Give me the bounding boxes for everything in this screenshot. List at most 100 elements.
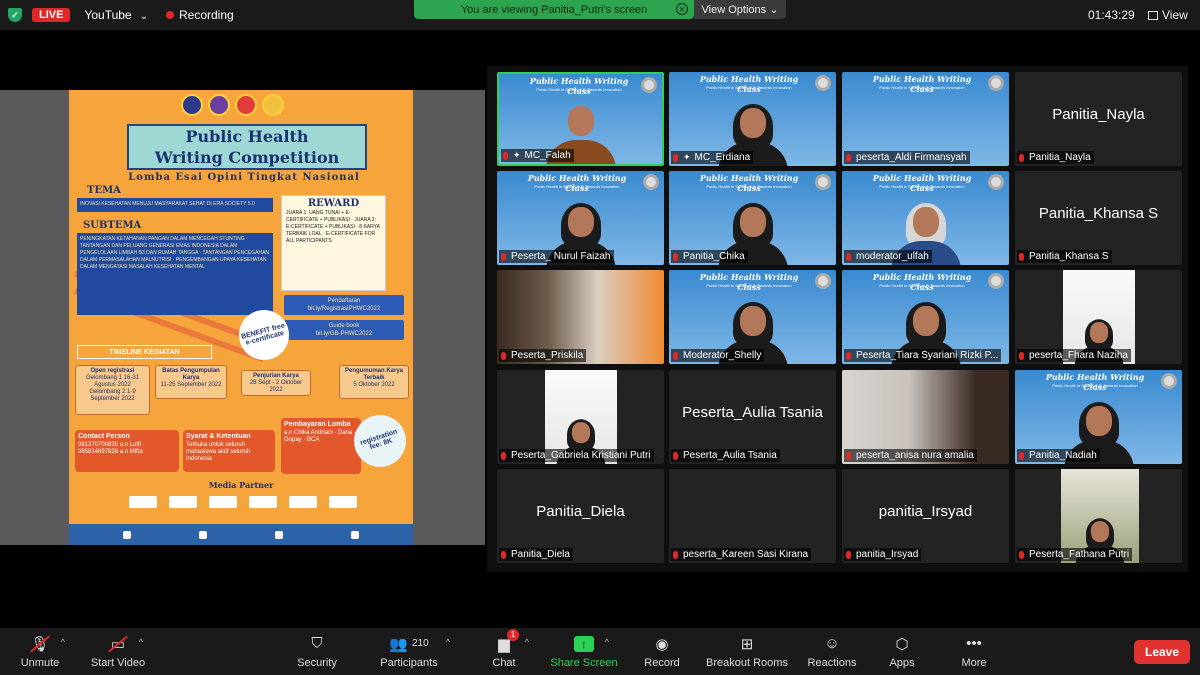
more-dots-icon: ••• <box>966 635 982 652</box>
record-label: Record <box>644 656 680 669</box>
video-tile[interactable]: Public Health Writing Class Public Health… <box>497 171 664 265</box>
submission-dates: 11-25 September 2022 <box>160 382 222 388</box>
muted-mic-icon <box>1019 550 1024 559</box>
breakout-rooms-button[interactable]: ⊞ Breakout Rooms <box>704 628 790 675</box>
video-tile[interactable]: panitia_Irsyad panitia_Irsyad <box>842 469 1009 563</box>
reward-title: REWARD <box>307 198 360 209</box>
background-banner-subtitle: Public Health in Society 5.0: Towards In… <box>706 184 792 189</box>
participant-name-tag: Panitia_Nadiah <box>1017 449 1100 462</box>
view-button[interactable]: View <box>1148 8 1188 22</box>
muted-mic-icon <box>846 451 851 460</box>
chat-button[interactable]: ▆ 1 ^ Chat <box>488 628 529 675</box>
start-video-label: Start Video <box>90 656 146 669</box>
video-tile[interactable]: Public Health Writing Class Public Health… <box>1015 370 1182 464</box>
video-tile[interactable]: Public Health Writing Class Public Health… <box>669 72 836 166</box>
leave-button[interactable]: Leave <box>1134 640 1190 664</box>
partner-logo-icon <box>169 496 197 508</box>
background-banner-title: Public Health Writing Class <box>699 173 799 193</box>
security-shield-icon[interactable]: ✓ <box>8 8 22 22</box>
participant-name-tag: peserta_anisa nura amalia <box>844 449 977 462</box>
video-tile[interactable]: Peserta_Priskila <box>497 270 664 364</box>
subtema-label: SUBTEMA <box>83 220 142 231</box>
chevron-up-icon[interactable]: ^ <box>605 637 609 647</box>
event-logo-icon <box>262 94 284 116</box>
background-banner-subtitle: Public Health in Society 5.0: Towards In… <box>879 85 965 90</box>
muted-mic-icon <box>673 550 678 559</box>
stream-platform-menu[interactable]: YouTube ⌄ <box>84 8 148 22</box>
apps-button[interactable]: ⬡ Apps <box>884 628 920 675</box>
participant-name: Peserta_Tiara Syariani Rizki P... <box>856 350 999 361</box>
background-banner-subtitle: Public Health in Society 5.0: Towards In… <box>536 87 622 92</box>
video-tile[interactable]: Peserta_Aulia Tsania Peserta_Aulia Tsania <box>669 370 836 464</box>
video-tile[interactable]: Public Health Writing Class Public Health… <box>669 171 836 265</box>
facebook-icon <box>123 530 131 539</box>
recording-indicator[interactable]: Recording <box>166 8 234 22</box>
participant-name: Moderator_Shelly <box>683 350 762 361</box>
live-badge[interactable]: LIVE <box>32 8 71 22</box>
chevron-up-icon[interactable]: ^ <box>61 637 65 647</box>
chevron-up-icon[interactable]: ^ <box>139 637 143 647</box>
chevron-down-icon: ⌄ <box>769 4 779 16</box>
participant-gallery: Public Health Writing Class Public Health… <box>487 66 1188 572</box>
spotlight-icon: ✦ <box>683 152 691 162</box>
background-banner-subtitle: Public Health in Society 5.0: Towards In… <box>706 85 792 90</box>
chevron-up-icon[interactable]: ^ <box>446 637 450 647</box>
terms-card: Syarat & Ketentuan Terbuka untuk seluruh… <box>183 430 275 472</box>
organization-logo-icon <box>235 94 257 116</box>
university-logo-icon <box>181 94 203 116</box>
video-tile[interactable]: Panitia_Diela Panitia_Diela <box>497 469 664 563</box>
security-button[interactable]: ⛉ Security <box>292 628 342 675</box>
more-button[interactable]: ••• More <box>954 628 994 675</box>
contact-person-text: 081370700835 a.n Lutfi · 085814697838 a.… <box>78 442 145 455</box>
disc-logo-icon <box>988 75 1004 91</box>
tema-label: TEMA <box>87 185 121 196</box>
video-tile[interactable]: Public Health Writing Class Public Health… <box>497 72 664 166</box>
video-tile[interactable]: peserta_Kareen Sasi Kirana <box>669 469 836 563</box>
disc-logo-icon <box>1161 373 1177 389</box>
instagram-icon <box>199 530 207 539</box>
chevron-up-icon[interactable]: ^ <box>525 637 529 647</box>
view-options-button[interactable]: View Options ⌄ <box>694 0 786 19</box>
video-tile[interactable]: Public Health Writing Class Public Health… <box>842 72 1009 166</box>
video-tile[interactable]: Panitia_Nayla Panitia_Nayla <box>1015 72 1182 166</box>
video-tile[interactable]: peserta_anisa nura amalia <box>842 370 1009 464</box>
record-icon: ◉ <box>655 635 669 653</box>
grid-view-icon <box>1148 10 1158 20</box>
banner-close-icon[interactable]: ✕ <box>676 3 688 15</box>
video-tile[interactable]: Panitia_Khansa S Panitia_Khansa S <box>1015 171 1182 265</box>
payment-title: Pembayaran Lomba <box>284 421 351 428</box>
participant-name-tag: ✦ MC_Falah <box>501 149 574 162</box>
reactions-label: Reactions <box>807 656 857 669</box>
open-registration-dates: Gelombang 1 16-31 Agustus 2022 Gelombang… <box>85 375 140 402</box>
participant-name-tag: peserta_Fhara Naziha <box>1017 349 1131 362</box>
participants-button[interactable]: 👥 210 ^ Participants <box>374 628 450 675</box>
reactions-button[interactable]: ☺ Reactions <box>804 628 860 675</box>
start-video-button[interactable]: ▭^ Start Video <box>86 628 150 675</box>
chevron-down-icon: ⌄ <box>139 11 148 22</box>
participant-name-tag: Peserta_Fathana Putri <box>1017 548 1133 561</box>
partner-logo-icon <box>289 496 317 508</box>
reward-box: REWARD JUARA 1: UANG TUNAI + E-CERTIFICA… <box>281 195 386 291</box>
microphone-muted-icon: 🎙^ <box>29 635 65 653</box>
shared-screen: Public Health Writing Competition Lomba … <box>0 90 485 545</box>
video-tile[interactable]: Public Health Writing Class Public Health… <box>842 171 1009 265</box>
unmute-button[interactable]: 🎙^ Unmute <box>18 628 65 675</box>
share-screen-button[interactable]: ↑ ^ Share Screen <box>548 628 620 675</box>
participant-name: Peserta_Gabriela Kristiani Putri <box>511 450 651 461</box>
chat-label: Chat <box>492 656 516 669</box>
participant-name-tag: peserta_Kareen Sasi Kirana <box>671 548 812 561</box>
spotlight-icon: ✦ <box>513 150 521 160</box>
video-tile[interactable]: Public Health Writing Class Public Health… <box>669 270 836 364</box>
background-banner-title: Public Health Writing Class <box>699 272 799 292</box>
muted-mic-icon <box>501 550 506 559</box>
video-tile[interactable]: Peserta_Fathana Putri <box>1015 469 1182 563</box>
video-tile[interactable]: Peserta_Gabriela Kristiani Putri <box>497 370 664 464</box>
judging-title: Penjurian Karya <box>253 373 299 379</box>
video-tile[interactable]: peserta_Fhara Naziha <box>1015 270 1182 364</box>
video-tile[interactable]: Public Health Writing Class Public Health… <box>842 270 1009 364</box>
video-camera-off-icon: ▭^ <box>107 635 143 653</box>
record-dot-icon <box>166 11 174 19</box>
background-banner-subtitle: Public Health in Society 5.0: Towards In… <box>1052 383 1138 388</box>
record-button[interactable]: ◉ Record <box>640 628 684 675</box>
share-screen-label: Share Screen <box>550 656 618 669</box>
